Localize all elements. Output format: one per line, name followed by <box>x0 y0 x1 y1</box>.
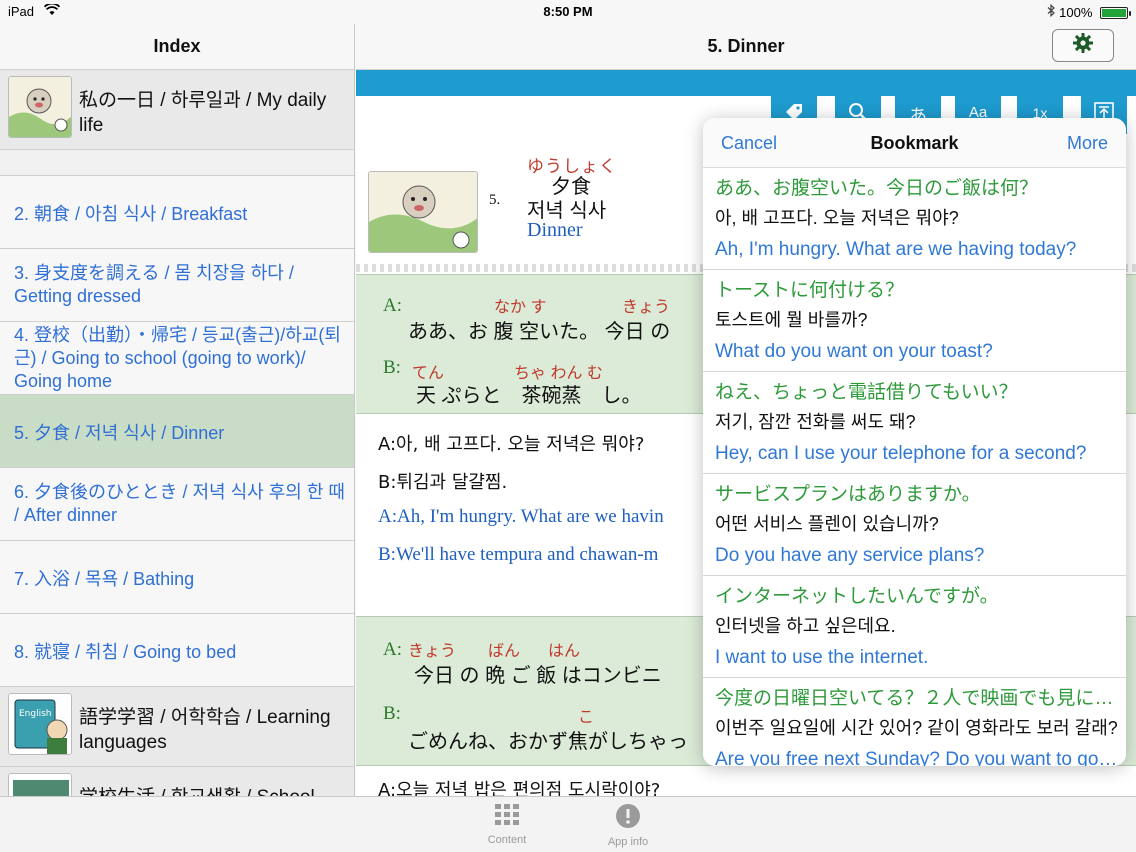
translation-en-b: B:We'll have tempura and chawan-m <box>378 544 659 565</box>
bookmark-ko: 저기, 잠깐 전화를 써도 돼? <box>715 412 916 432</box>
ruby-text: こ <box>578 709 595 726</box>
status-bar: iPad 8:50 PM 100% <box>0 0 1136 24</box>
ruby-text: きょう <box>408 643 457 660</box>
battery-fill <box>1102 9 1126 17</box>
ruby-text: はん <box>548 643 581 660</box>
bookmark-ko: 이번주 일요일에 시간 있어? 같이 영화라도 보러 갈래? <box>715 718 1118 738</box>
settings-button[interactable] <box>1052 29 1114 62</box>
list-item-going-to-school[interactable]: 4. 登校（出勤）・帰宅 / 등교(출근)/하교(퇴근) / Going to … <box>0 322 354 395</box>
translation-block-2: A:오늘 저녁 밥은 편의점 도시락이야? <box>356 766 1136 796</box>
tab-content[interactable]: Content <box>462 803 552 846</box>
bookmark-en: What do you want on your toast? <box>715 341 993 362</box>
bookmark-ko: 어떤 서비스 플렌이 있습니까? <box>715 514 939 534</box>
item-label: 8. 就寝 / 취침 / Going to bed <box>14 642 237 662</box>
ruby-text: きょう <box>622 299 671 316</box>
bookmark-item[interactable]: トーストに何付ける？ 토스트에 뭘 바를까? What do you want … <box>703 270 1126 372</box>
dialog-line-b[interactable]: ごめんね、おかず焦がしちゃっ <box>408 725 688 754</box>
speaker-b[interactable]: B: <box>383 703 401 725</box>
status-time: 8:50 PM <box>543 4 593 19</box>
cancel-button[interactable]: Cancel <box>721 133 777 154</box>
list-item-dinner[interactable]: 5. 夕食 / 저녁 식사 / Dinner <box>0 395 354 468</box>
list-item-going-to-bed[interactable]: 8. 就寝 / 취침 / Going to bed <box>0 614 354 687</box>
translation-ko-a: A:아, 배 고프다. 오늘 저녁은 뭐야? <box>378 434 645 455</box>
speaker-b[interactable]: B: <box>383 357 401 379</box>
tab-bar: Content App info <box>0 796 1136 852</box>
status-right: 100% <box>1047 3 1131 20</box>
index-sidebar: Index 私の一日 / 하루일과 / My daily life 2. 朝食 … <box>0 24 355 796</box>
speaker-a[interactable]: A: <box>383 295 402 317</box>
bookmark-en: Are you free next Sunday? Do you want to… <box>715 749 1118 766</box>
tab-app-info[interactable]: App info <box>583 803 673 848</box>
battery-icon <box>1100 7 1131 19</box>
app: iPad 8:50 PM 100% Index 私の一日 / 하루일과 / My… <box>0 0 1136 852</box>
item-label: 3. 身支度を調える / 몸 치장을 하다 / Getting dressed <box>14 263 294 306</box>
bookmark-ko: 아, 배 고프다. 오늘 저녁은 뭐야? <box>715 208 959 228</box>
list-item-getting-dressed[interactable]: 3. 身支度を調える / 몸 치장을 하다 / Getting dressed <box>0 249 354 322</box>
bookmark-item[interactable]: ああ、お腹空いた。今日のご飯は何？ 아, 배 고프다. 오늘 저녁은 뭐야? A… <box>703 168 1126 270</box>
bookmark-en: Do you have any service plans? <box>715 545 985 566</box>
bookmark-en: Hey, can I use your telephone for a seco… <box>715 443 1087 464</box>
section-label: 語学学習 / 어학학습 / Learning languages <box>79 707 331 753</box>
daily-life-thumbnail <box>8 76 72 138</box>
sidebar-title: Index <box>0 24 354 70</box>
bookmark-jp: サービスプランはありますか。 <box>715 484 981 505</box>
tab-label: App info <box>607 836 649 848</box>
battery-percent: 100% <box>1059 5 1093 20</box>
grid-icon <box>462 803 552 830</box>
tab-label: Content <box>487 834 527 846</box>
bookmark-item[interactable]: サービスプランはありますか。 어떤 서비스 플렌이 있습니까? Do you h… <box>703 474 1126 576</box>
bookmark-en: Ah, I'm hungry. What are we having today… <box>715 239 1077 260</box>
bookmark-ko: 인터넷을 하고 싶은데요. <box>715 616 896 636</box>
item-label: 5. 夕食 / 저녁 식사 / Dinner <box>14 423 225 443</box>
dialog-line-a[interactable]: 今日 の 晩 ご 飯 はコンビニ <box>414 659 662 688</box>
dialog-line-a[interactable]: ああ、お 腹 空いた。 今日 の <box>408 315 670 344</box>
lesson-number: 5. <box>489 192 501 208</box>
list-item-breakfast[interactable]: 2. 朝食 / 아침 식사 / Breakfast <box>0 176 354 249</box>
learning-languages-thumbnail: English <box>8 693 72 755</box>
item-label: 4. 登校（出勤）・帰宅 / 등교(출근)/하교(퇴근) / Going to … <box>14 325 341 391</box>
bookmark-jp: ああ、お腹空いた。今日のご飯は何？ <box>715 178 1039 199</box>
item-label: 2. 朝食 / 아침 식사 / Breakfast <box>14 204 248 224</box>
bookmark-en: I want to use the internet. <box>715 647 929 668</box>
lesson-banner <box>356 70 1136 96</box>
translation-en-a: A:Ah, I'm hungry. What are we havin <box>378 506 664 527</box>
bookmark-list[interactable]: ああ、お腹空いた。今日のご飯は何？ 아, 배 고프다. 오늘 저녁은 뭐야? A… <box>703 168 1126 766</box>
bookmark-ko: 토스트에 뭘 바를까? <box>715 310 868 330</box>
gear-icon <box>1072 32 1094 59</box>
lesson-title-en: Dinner <box>527 219 583 241</box>
section-label: 学校生活 / 학교생활 / School <box>79 785 349 796</box>
dialog-line-b[interactable]: 天 ぷらと 茶碗蒸 し。 <box>416 379 642 408</box>
bookmark-item[interactable]: 今度の日曜日空いてる？２人で映画でも見に行かない？ 이번주 일요일에 시간 있어… <box>703 678 1126 766</box>
svg-text:English: English <box>19 709 52 719</box>
bookmark-item[interactable]: ねえ、ちょっと電話借りてもいい？ 저기, 잠깐 전화를 써도 돼? Hey, c… <box>703 372 1126 474</box>
bluetooth-icon <box>1047 3 1060 20</box>
translation-ko-a: A:오늘 저녁 밥은 편의점 도시락이야? <box>378 780 661 796</box>
lesson-title: 5. Dinner <box>707 36 785 56</box>
school-thumbnail <box>8 773 72 796</box>
section-row-school[interactable]: 学校生活 / 학교생활 / School <box>0 767 354 796</box>
item-label: 6. 夕食後のひととき / 저녁 식사 후의 한 때 / After dinne… <box>14 482 345 525</box>
bookmark-jp: 今度の日曜日空いてる？２人で映画でも見に行かない？ <box>715 688 1118 709</box>
ruby-text: なか す <box>494 299 547 316</box>
list-item-after-dinner[interactable]: 6. 夕食後のひととき / 저녁 식사 후의 한 때 / After dinne… <box>0 468 354 541</box>
item-label: 7. 入浴 / 목욕 / Bathing <box>14 569 195 589</box>
bookmark-item[interactable]: インターネットしたいんですが。 인터넷을 하고 싶은데요. I want to … <box>703 576 1126 678</box>
section-row-learning-languages[interactable]: English 語学学習 / 어학학습 / Learning languages <box>0 687 354 767</box>
lesson-illustration <box>368 171 478 253</box>
bookmark-jp: トーストに何付ける？ <box>715 280 905 301</box>
bookmark-jp: ねえ、ちょっと電話借りてもいい？ <box>715 382 1018 403</box>
more-button[interactable]: More <box>1067 133 1108 154</box>
bookmark-jp: インターネットしたいんですが。 <box>715 586 999 607</box>
bookmark-header: Bookmark Cancel More <box>703 118 1126 168</box>
ruby-text: ばん <box>488 643 521 660</box>
section-label: 私の一日 / 하루일과 / My daily life <box>79 90 327 136</box>
bookmark-popover: Bookmark Cancel More ああ、お腹空いた。今日のご飯は何？ 아… <box>703 118 1126 766</box>
speaker-a[interactable]: A: <box>383 639 402 661</box>
lesson-header: 5. Dinner <box>356 24 1136 70</box>
translation-ko-b: B:튀김과 달걀찜. <box>378 472 508 493</box>
spacer-row <box>0 150 354 176</box>
section-row-daily-life[interactable]: 私の一日 / 하루일과 / My daily life <box>0 70 354 150</box>
info-icon <box>583 803 673 832</box>
list-item-bathing[interactable]: 7. 入浴 / 목욕 / Bathing <box>0 541 354 614</box>
